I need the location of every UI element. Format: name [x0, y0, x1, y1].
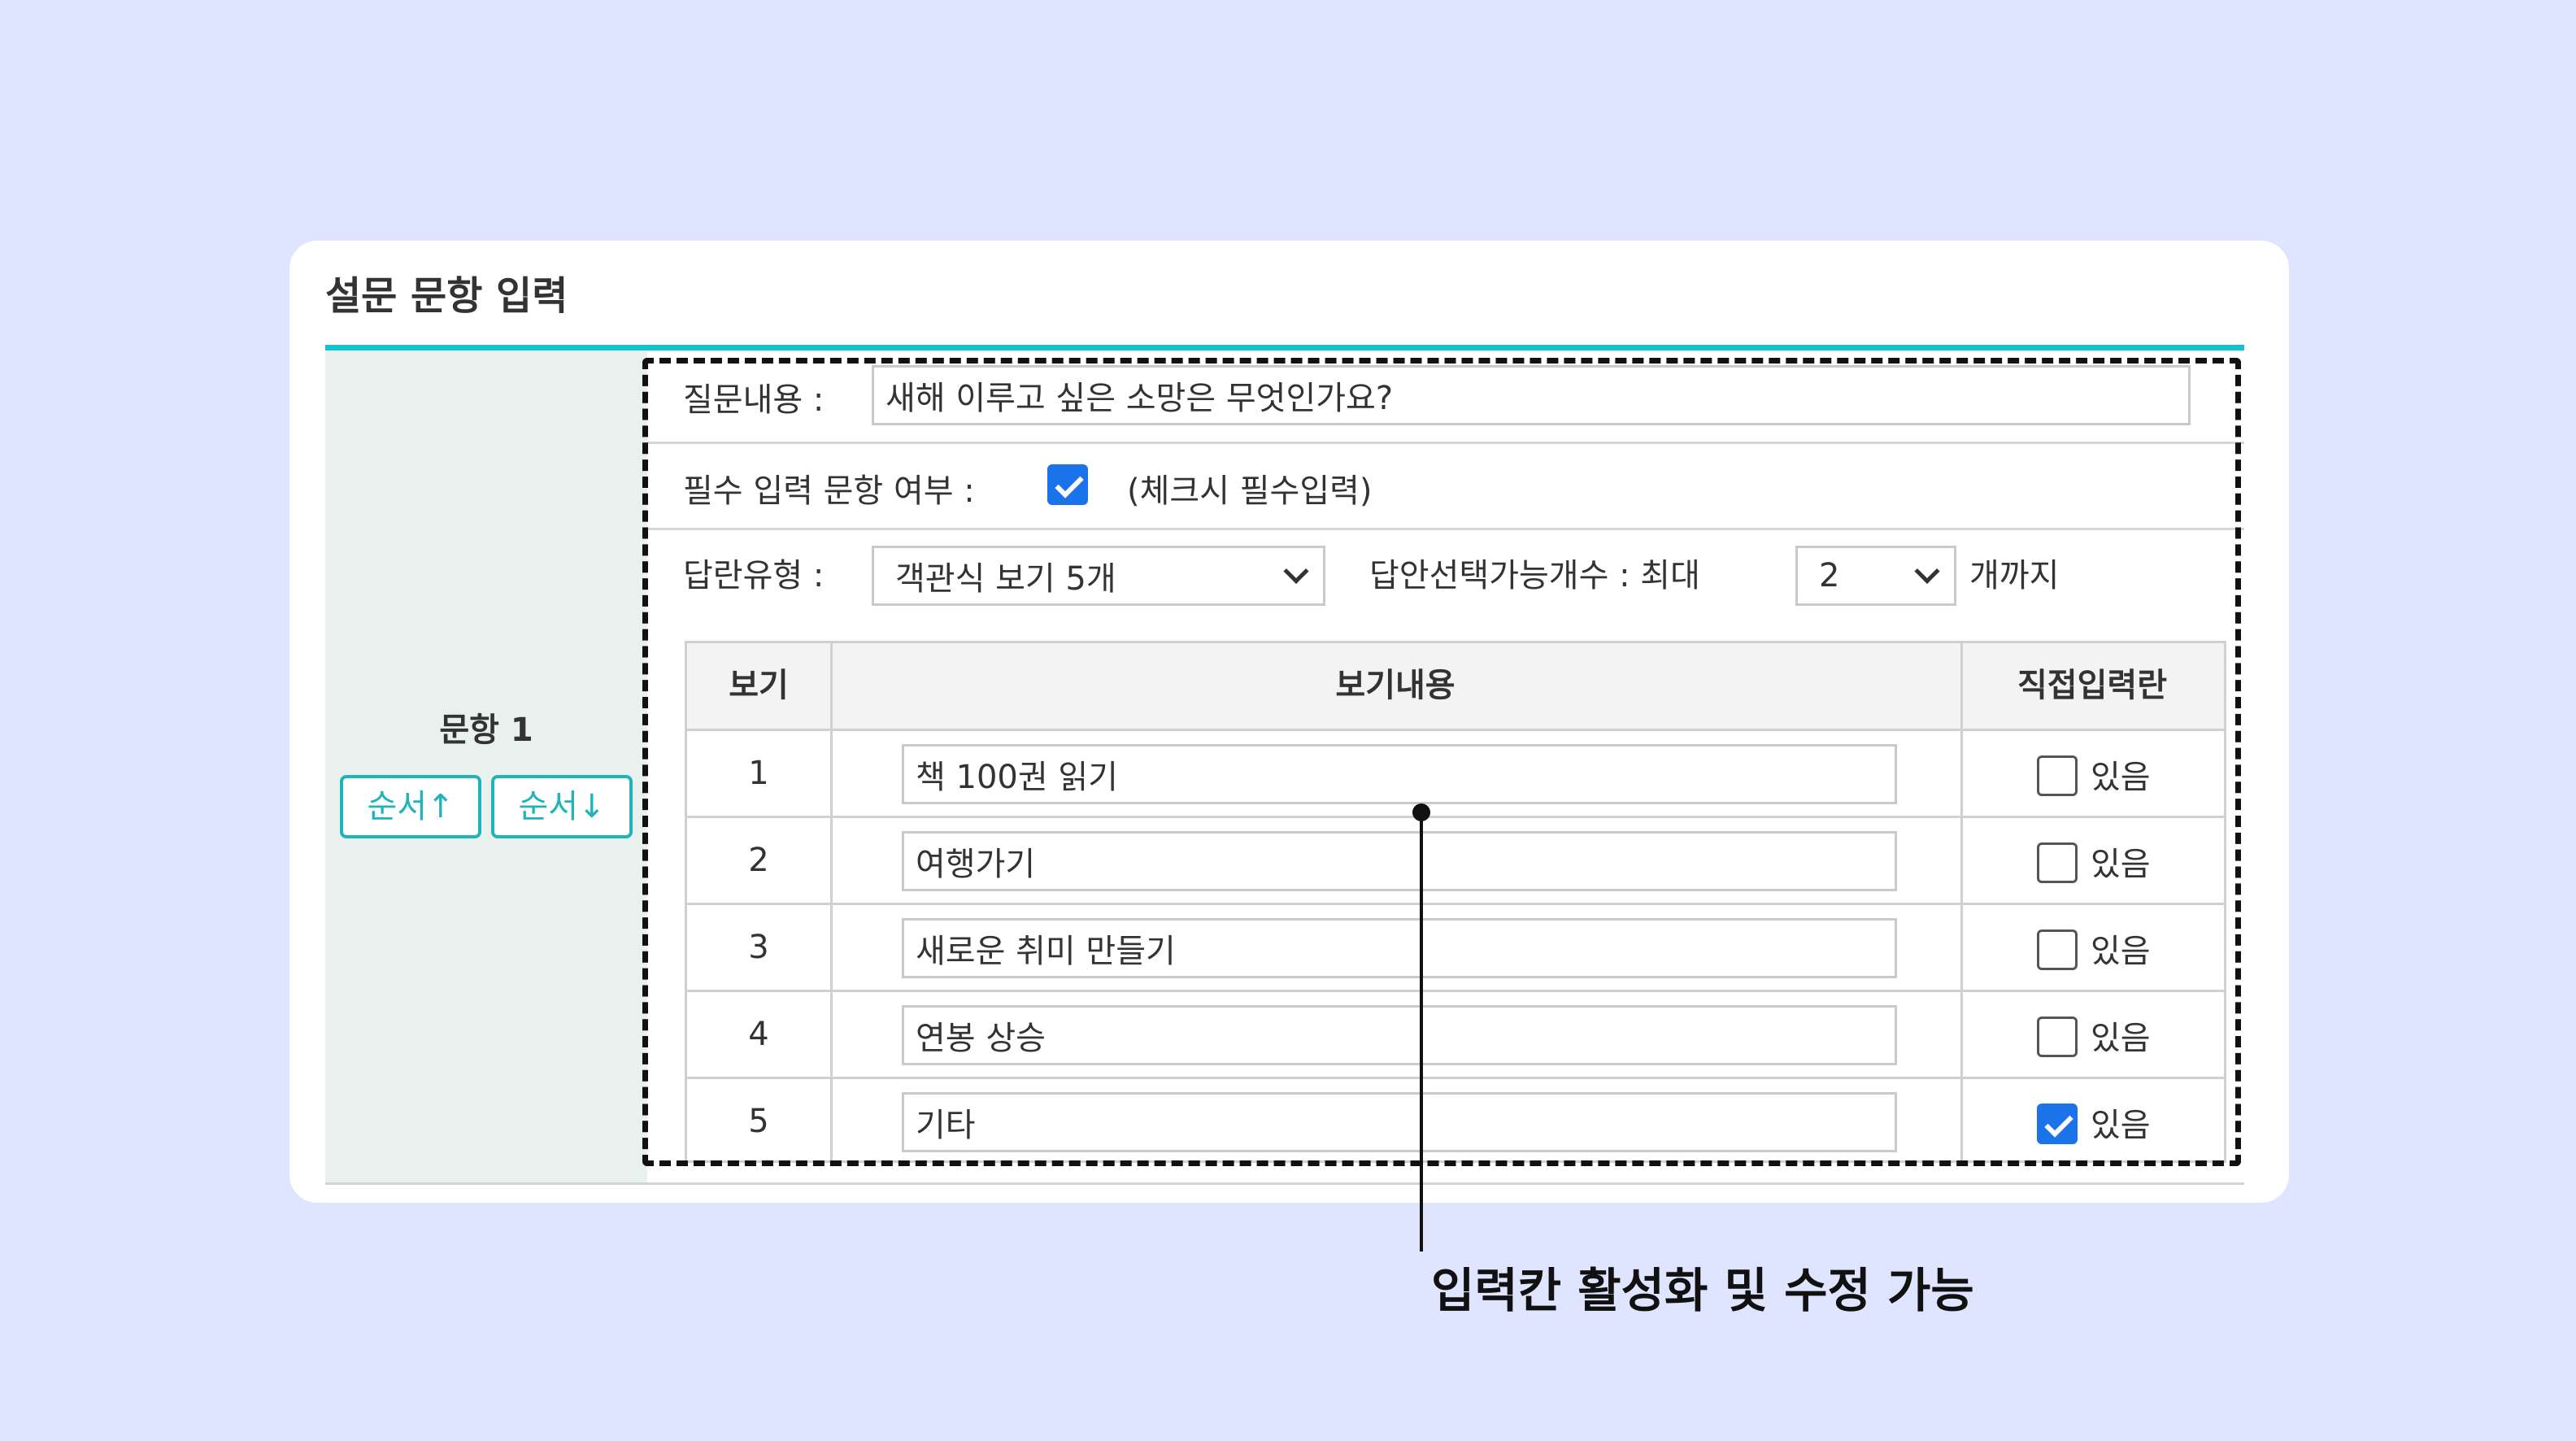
- table-row: 5 기타 있음: [687, 1079, 2224, 1166]
- option-content-input[interactable]: 기타: [902, 1092, 1897, 1152]
- answer-type-select[interactable]: 객관식 보기 5개: [872, 546, 1325, 606]
- table-row: 2 여행가기 있음: [687, 818, 2224, 905]
- section-title: 설문 문항 입력: [325, 273, 568, 319]
- direct-input-checkbox[interactable]: [2037, 929, 2078, 970]
- direct-input-checkbox[interactable]: [2037, 755, 2078, 796]
- option-number: 4: [748, 1016, 769, 1053]
- options-table-header: 보기 보기내용 직접입력란: [687, 643, 2224, 731]
- table-row: 3 새로운 취미 만들기 있음: [687, 905, 2224, 992]
- answer-type-value: 객관식 보기 5개: [895, 560, 1116, 598]
- max-selection-value: 2: [1819, 557, 1840, 594]
- question-number-label: 문항 1: [439, 712, 533, 749]
- required-label: 필수 입력 문항 여부 :: [683, 472, 975, 510]
- order-down-button[interactable]: 순서↓: [491, 775, 633, 838]
- row-divider: [647, 442, 2244, 444]
- max-selection-label: 답안선택가능개수 : 최대: [1369, 557, 1700, 594]
- question-header-cell: 문항 1 순서↑ 순서↓: [325, 350, 647, 1182]
- header-direct-input: 직접입력란: [2017, 667, 2167, 704]
- direct-input-label: 있음: [2091, 1107, 2151, 1144]
- question-content-label: 질문내용 :: [683, 381, 825, 419]
- option-content-input[interactable]: 새로운 취미 만들기: [902, 918, 1897, 978]
- direct-input-label: 있음: [2091, 1020, 2151, 1057]
- option-content-input[interactable]: 책 100권 읽기: [902, 744, 1897, 804]
- table-row: 4 연봉 상승 있음: [687, 992, 2224, 1079]
- max-selection-suffix: 개까지: [1969, 557, 2060, 594]
- chevron-down-icon: [1914, 558, 1940, 585]
- table-row: 1 책 100권 읽기 있음: [687, 731, 2224, 818]
- row-divider: [647, 528, 2244, 530]
- chevron-down-icon: [1283, 558, 1309, 585]
- pointer-line: [1420, 812, 1423, 1252]
- direct-input-checkbox[interactable]: [2037, 1017, 2078, 1057]
- option-content-input[interactable]: 여행가기: [902, 831, 1897, 891]
- direct-input-label: 있음: [2091, 759, 2151, 796]
- answer-type-label: 답란유형 :: [683, 557, 825, 594]
- direct-input-label: 있음: [2091, 846, 2151, 883]
- option-content-input[interactable]: 연봉 상승: [902, 1005, 1897, 1065]
- direct-input-checkbox[interactable]: [2037, 842, 2078, 883]
- option-number: 3: [748, 929, 769, 966]
- question-content-input[interactable]: 새해 이루고 싶은 소망은 무엇인가요?: [872, 365, 2191, 425]
- header-option-content: 보기내용: [1335, 667, 1456, 704]
- option-number: 5: [748, 1103, 769, 1140]
- direct-input-label: 있음: [2091, 933, 2151, 970]
- option-number: 2: [748, 842, 769, 879]
- options-table: 보기 보기내용 직접입력란 1 책 100권 읽기 있음 2 여행가기 있음 3…: [685, 641, 2226, 1163]
- header-option-number: 보기: [729, 667, 789, 704]
- max-selection-select[interactable]: 2: [1795, 546, 1956, 606]
- required-hint: (체크시 필수입력): [1127, 472, 1373, 510]
- direct-input-checkbox[interactable]: [2037, 1104, 2078, 1144]
- annotation-callout: 입력칸 활성화 및 수정 가능: [1431, 1263, 1974, 1318]
- required-checkbox[interactable]: [1047, 464, 1088, 505]
- option-number: 1: [748, 755, 769, 792]
- order-up-button[interactable]: 순서↑: [340, 775, 481, 838]
